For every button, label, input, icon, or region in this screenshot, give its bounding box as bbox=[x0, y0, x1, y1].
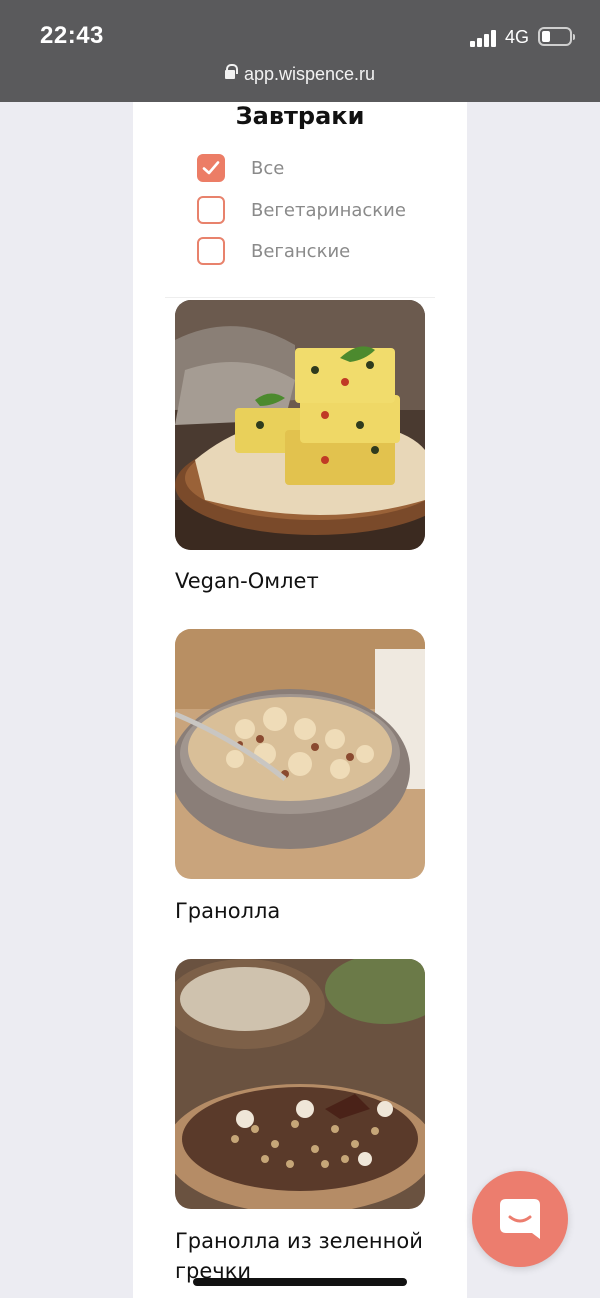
battery-icon bbox=[538, 27, 575, 46]
signal-icon bbox=[470, 29, 498, 47]
status-time: 22:43 bbox=[40, 22, 104, 49]
divider bbox=[165, 297, 435, 298]
omelet-photo bbox=[175, 300, 425, 550]
check-icon bbox=[202, 161, 220, 175]
filter-all[interactable]: Все bbox=[197, 154, 284, 182]
recipe-title-buckwheat-granola[interactable]: Гранолла из зеленной гречки bbox=[175, 1226, 455, 1286]
recipe-title-granola[interactable]: Гранолла bbox=[175, 896, 455, 926]
url-text: app.wispence.ru bbox=[243, 64, 376, 84]
page-title: Завтраки bbox=[235, 102, 365, 130]
buckwheat-granola-photo bbox=[175, 959, 425, 1209]
recipe-image-omelet[interactable] bbox=[175, 300, 425, 550]
filter-vegetarian-label: Вегетаринаские bbox=[251, 199, 406, 221]
chat-button[interactable] bbox=[472, 1171, 568, 1267]
filter-vegetarian-checkbox[interactable] bbox=[197, 196, 225, 224]
filter-all-checkbox[interactable] bbox=[197, 154, 225, 182]
filter-vegan-checkbox[interactable] bbox=[197, 237, 225, 265]
network-type: 4G bbox=[505, 27, 530, 47]
filter-vegan[interactable]: Веганские bbox=[197, 237, 350, 265]
content-panel: Завтраки Все Вегетаринаские Веганские Ve… bbox=[133, 102, 467, 1298]
home-indicator[interactable] bbox=[193, 1278, 407, 1286]
recipe-title-omelet[interactable]: Vegan-Омлет bbox=[175, 566, 455, 596]
chat-bubble-icon bbox=[500, 1199, 540, 1239]
filter-vegan-label: Веганские bbox=[251, 240, 351, 262]
recipe-image-granola[interactable] bbox=[175, 629, 425, 879]
status-bar: 22:43 4G app.wispence.ru bbox=[0, 0, 600, 102]
address-bar[interactable]: app.wispence.ru bbox=[0, 64, 600, 85]
granola-photo bbox=[175, 629, 425, 879]
recipe-image-buckwheat-granola[interactable] bbox=[175, 959, 425, 1209]
filter-vegetarian[interactable]: Вегетаринаские bbox=[197, 196, 406, 224]
filter-all-label: Все bbox=[251, 157, 285, 179]
lock-icon bbox=[224, 64, 238, 79]
